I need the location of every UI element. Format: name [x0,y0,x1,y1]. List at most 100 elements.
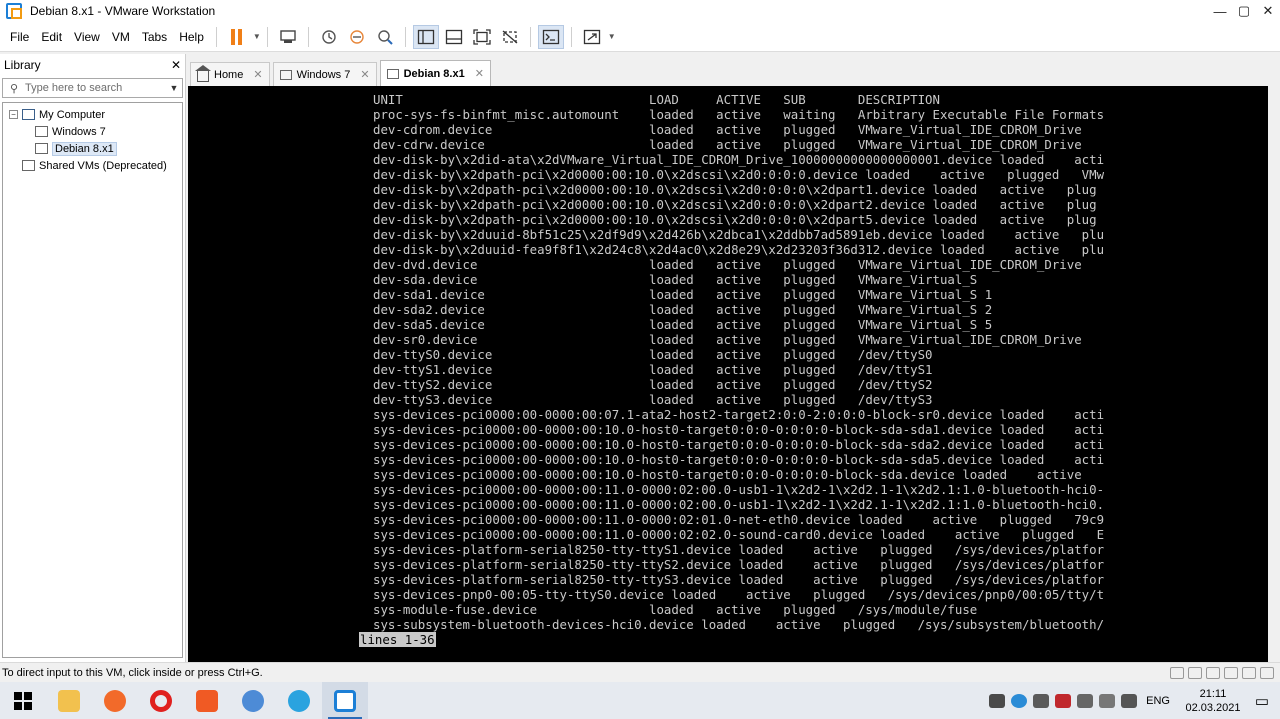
menu-file[interactable]: File [0,30,35,44]
terminal-line: dev-cdrw.device loaded active plugged VM… [373,137,1082,152]
clock-date: 02.03.2021 [1185,701,1241,714]
pager-status: lines 1-36 [359,632,436,647]
terminal-line: dev-disk-by\x2dpath-pci\x2d0000:00:10.0\… [373,182,1097,197]
snapshot-manager-button[interactable] [372,25,398,49]
terminal-line: sys-devices-pci0000:00-0000:00:11.0-0000… [373,512,1105,527]
revert-snapshot-button[interactable] [344,25,370,49]
printer-icon[interactable] [1224,666,1238,679]
start-button[interactable] [0,682,46,719]
tab-windows7[interactable]: Windows 7 ✕ [272,62,377,86]
status-bar: To direct input to this VM, click inside… [0,662,1280,682]
menu-edit[interactable]: Edit [35,30,68,44]
search-dropdown-icon[interactable]: ▼ [166,83,182,93]
tree-item-label: Windows 7 [52,125,106,138]
vm-running-icon [386,68,399,79]
vmware-logo-icon [6,3,22,19]
library-close-button[interactable]: ✕ [171,58,181,72]
terminal-line: sys-devices-pci0000:00-0000:00:10.0-host… [373,467,1082,482]
taskbar-brave[interactable] [184,682,230,719]
clock[interactable]: 21:11 02.03.2021 [1182,687,1244,715]
taskbar-vmware[interactable] [322,682,368,719]
tree-item-label: Debian 8.x1 [52,141,117,156]
full-screen-button[interactable] [469,25,495,49]
tree-item-debian[interactable]: Debian 8.x1 [3,140,182,157]
console-scrollbar[interactable] [1268,86,1280,662]
show-library-button[interactable] [412,24,439,49]
pause-vm-button[interactable] [224,25,250,49]
terminal-line: sys-devices-pci0000:00-0000:00:10.0-host… [373,452,1105,467]
vmware-icon [334,689,356,712]
sound-icon[interactable] [1242,666,1256,679]
language-indicator[interactable]: ENG [1146,695,1170,707]
menu-tabs[interactable]: Tabs [136,30,173,44]
message-icon[interactable] [1260,666,1274,679]
terminal-line: dev-ttyS1.device loaded active plugged /… [373,362,933,377]
telegram-icon [288,689,310,712]
brave-icon [196,689,218,712]
tab-debian[interactable]: Debian 8.x1 ✕ [379,60,491,86]
computer-icon [22,109,35,120]
folder-icon [58,689,80,712]
library-search-input[interactable]: ⚲ Type here to search ▼ [2,78,183,98]
toolbar-separator [404,26,406,47]
notifications-icon[interactable]: ▭ [1244,692,1280,710]
system-tray: ENG 21:11 02.03.2021 ▭ [986,682,1280,719]
terminal-line: dev-disk-by\x2duuid-fea9f8f1\x2d24c8\x2d… [373,242,1105,257]
minimize-button[interactable]: — [1208,4,1232,19]
taskbar-firefox[interactable] [92,682,138,719]
tab-label: Debian 8.x1 [403,67,465,80]
close-window-button[interactable]: ✕ [1256,3,1280,19]
power-dropdown-icon[interactable]: ▼ [253,32,261,41]
taskbar-explorer[interactable] [46,682,92,719]
toolbar-separator [266,26,268,47]
tree-item-windows7[interactable]: Windows 7 [3,123,182,140]
taskbar-app[interactable] [230,682,276,719]
window-titlebar: Debian 8.x1 - VMware Workstation — ▢ ✕ [0,0,1280,22]
tree-item-shared-vms[interactable]: Shared VMs (Deprecated) [3,157,182,174]
take-snapshot-button[interactable] [316,25,342,49]
menu-view[interactable]: View [68,30,106,44]
home-icon [195,64,211,82]
tray-app-icon[interactable] [1033,693,1050,708]
console-view-button[interactable] [537,24,564,49]
network-icon[interactable] [1206,666,1220,679]
terminal-line: dev-ttyS0.device loaded active plugged /… [373,347,933,362]
network-icon[interactable] [1099,693,1116,708]
terminal-line: dev-sda1.device loaded active plugged VM… [373,287,993,302]
menu-help[interactable]: Help [173,30,210,44]
stretch-icon [583,29,600,44]
taskbar-telegram[interactable] [276,682,322,719]
tray-app-icon[interactable] [989,693,1006,708]
terminal-line: sys-devices-platform-serial8250-tty-ttyS… [373,572,1105,587]
stretch-dropdown-icon[interactable]: ▼ [608,32,616,41]
terminal-line: dev-cdrom.device loaded active plugged V… [373,122,1082,137]
device-status-icons [1170,666,1280,679]
hard-disk-icon[interactable] [1170,666,1184,679]
tab-home[interactable]: Home ✕ [190,62,270,86]
thumbnail-bar-button[interactable] [441,25,467,49]
terminal-line: dev-ttyS2.device loaded active plugged /… [373,377,933,392]
collapse-icon[interactable]: − [9,110,18,119]
tray-app-icon[interactable] [1055,693,1072,708]
tab-close-icon[interactable]: ✕ [253,68,262,81]
vm-console[interactable]: UNIT LOAD ACTIVE SUB DESCRIPTION proc-sys… [188,86,1268,662]
terminal-line: proc-sys-fs-binfmt_misc.automount loaded… [373,107,1105,122]
tree-item-my-computer[interactable]: − My Computer [3,106,182,123]
tab-close-icon[interactable]: ✕ [360,68,369,81]
send-ctrl-alt-del-button[interactable] [275,25,301,49]
unity-button[interactable] [497,25,523,49]
cd-drive-icon[interactable] [1188,666,1202,679]
volume-icon[interactable] [1121,693,1138,708]
stretch-guest-button[interactable] [579,25,605,49]
terminal-line: sys-devices-pci0000:00-0000:00:10.0-host… [373,437,1105,452]
battery-icon[interactable] [1077,693,1094,708]
toolbar-separator [215,26,217,47]
taskbar-opera[interactable] [138,682,184,719]
tab-close-icon[interactable]: ✕ [475,67,484,80]
terminal-line: sys-devices-platform-serial8250-tty-ttyS… [373,557,1105,572]
tray-app-icon[interactable] [1011,693,1028,708]
console-icon [542,29,559,44]
maximize-button[interactable]: ▢ [1232,3,1256,19]
menu-vm[interactable]: VM [106,30,136,44]
vm-icon [279,69,292,80]
